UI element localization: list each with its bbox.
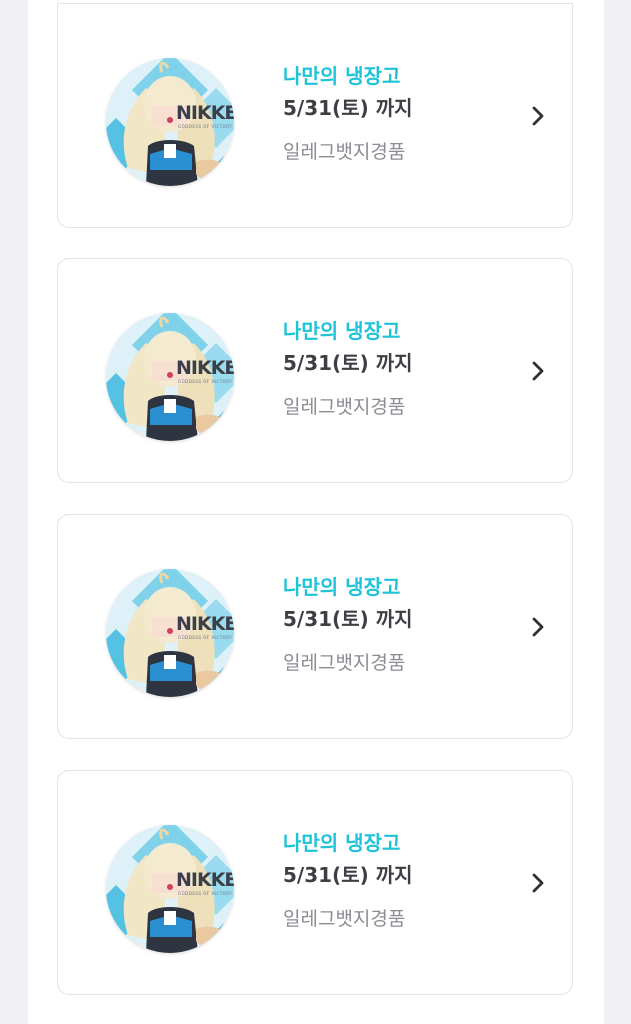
event-info: 나만의 냉장고 5/31(토) 까지 일레그뱃지경품 xyxy=(283,64,413,164)
event-reward: 일레그뱃지경품 xyxy=(283,652,406,674)
event-list: NIKKE GODDESS OF VICTORY 나만의 냉장고 5/31(토)… xyxy=(28,0,604,1024)
event-reward: 일레그뱃지경품 xyxy=(283,396,406,418)
event-card[interactable]: NIKKE GODDESS OF VICTORY 나만의 냉장고 5/31(토)… xyxy=(57,258,573,483)
event-info: 나만의 냉장고 5/31(토) 까지 일레그뱃지경품 xyxy=(283,831,413,931)
badge-logo: NIKKE xyxy=(176,102,234,124)
event-deadline: 5/31(토) 까지 xyxy=(283,607,413,631)
chevron-right-icon[interactable] xyxy=(526,359,550,383)
badge-logo: NIKKE xyxy=(176,869,234,891)
badge-subtitle: GODDESS OF VICTORY xyxy=(178,379,233,384)
badge-image: NIKKE GODDESS OF VICTORY xyxy=(106,313,234,441)
badge-image: NIKKE GODDESS OF VICTORY xyxy=(106,58,234,186)
badge-image: NIKKE GODDESS OF VICTORY xyxy=(106,825,234,953)
event-card[interactable]: NIKKE GODDESS OF VICTORY 나만의 냉장고 5/31(토)… xyxy=(57,514,573,739)
badge-logo: NIKKE xyxy=(176,357,234,379)
event-title: 나만의 냉장고 xyxy=(283,575,401,599)
badge-image: NIKKE GODDESS OF VICTORY xyxy=(106,569,234,697)
chevron-right-icon[interactable] xyxy=(526,615,550,639)
event-reward: 일레그뱃지경품 xyxy=(283,908,406,930)
event-card[interactable]: NIKKE GODDESS OF VICTORY 나만의 냉장고 5/31(토)… xyxy=(57,3,573,228)
event-reward: 일레그뱃지경품 xyxy=(283,141,406,163)
event-title: 나만의 냉장고 xyxy=(283,319,401,343)
badge-subtitle: GODDESS OF VICTORY xyxy=(178,635,233,640)
badge-subtitle: GODDESS OF VICTORY xyxy=(178,891,233,896)
badge-logo: NIKKE xyxy=(176,613,234,635)
event-deadline: 5/31(토) 까지 xyxy=(283,351,413,375)
event-title: 나만의 냉장고 xyxy=(283,64,401,88)
badge-subtitle: GODDESS OF VICTORY xyxy=(178,124,233,129)
event-info: 나만의 냉장고 5/31(토) 까지 일레그뱃지경품 xyxy=(283,575,413,675)
event-info: 나만의 냉장고 5/31(토) 까지 일레그뱃지경품 xyxy=(283,319,413,419)
event-card[interactable]: NIKKE GODDESS OF VICTORY 나만의 냉장고 5/31(토)… xyxy=(57,770,573,995)
event-title: 나만의 냉장고 xyxy=(283,831,401,855)
event-deadline: 5/31(토) 까지 xyxy=(283,96,413,120)
chevron-right-icon[interactable] xyxy=(526,104,550,128)
chevron-right-icon[interactable] xyxy=(526,871,550,895)
event-deadline: 5/31(토) 까지 xyxy=(283,863,413,887)
